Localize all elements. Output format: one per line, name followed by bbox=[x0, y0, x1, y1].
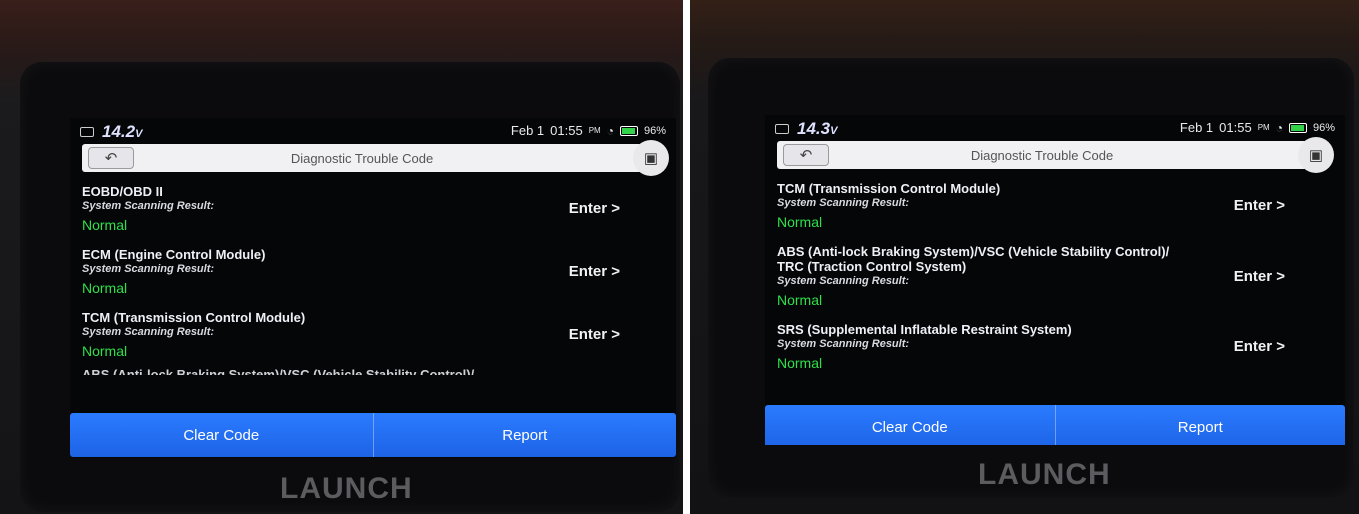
result-label: System Scanning Result: bbox=[82, 200, 215, 212]
status-date: Feb 1 bbox=[1179, 120, 1214, 135]
enter-button[interactable]: Enter > bbox=[569, 263, 620, 280]
enter-button[interactable]: Enter > bbox=[569, 326, 620, 343]
device-screen: 14.2V Feb 1 01:55 PM ◔ 96% ↶ Diagnostic … bbox=[70, 118, 676, 458]
system-name: ABS (Anti-lock Braking System)/VSC (Vehi… bbox=[777, 244, 1170, 259]
list-item[interactable]: TCM (Transmission Control Module) System… bbox=[82, 304, 642, 367]
result-label: System Scanning Result: bbox=[777, 338, 910, 350]
result-status: Normal bbox=[82, 280, 128, 296]
battery-icon bbox=[1288, 122, 1307, 133]
screenshot-button[interactable]: ▣ bbox=[633, 140, 669, 176]
title-bar: ↶ Diagnostic Trouble Code bbox=[82, 144, 642, 172]
voltage-readout: 14.2V bbox=[102, 122, 143, 141]
battery-percent: 96% bbox=[1312, 121, 1335, 134]
status-date: Feb 1 bbox=[510, 123, 545, 138]
system-name: SRS (Supplemental Inflatable Restraint S… bbox=[777, 322, 1072, 337]
battery-percent: 96% bbox=[643, 124, 666, 137]
result-label: System Scanning Result: bbox=[82, 326, 215, 338]
result-label: System Scanning Result: bbox=[82, 263, 215, 275]
status-time: 01:55 bbox=[1219, 120, 1252, 135]
back-arrow-icon: ↶ bbox=[104, 150, 118, 167]
wifi-icon: ◔ bbox=[1275, 120, 1283, 135]
system-list: EOBD/OBD II System Scanning Result: Norm… bbox=[82, 178, 642, 375]
system-name-line2: TRC (Traction Control System) bbox=[777, 259, 967, 274]
camera-icon: ▣ bbox=[643, 150, 659, 167]
status-ampm: PM bbox=[1257, 123, 1270, 132]
result-status: Normal bbox=[777, 292, 823, 308]
status-bar: 14.2V Feb 1 01:55 PM ◔ 96% bbox=[70, 118, 676, 144]
system-name: TCM (Transmission Control Module) bbox=[82, 310, 306, 325]
result-label: System Scanning Result: bbox=[777, 275, 910, 287]
enter-button[interactable]: Enter > bbox=[569, 200, 620, 217]
clear-code-button[interactable]: Clear Code bbox=[765, 405, 1055, 445]
result-status: Normal bbox=[82, 217, 128, 233]
right-photo: LAUNCH 14.3V Feb 1 01:55 PM ◔ 96% ↶ Diag… bbox=[690, 0, 1359, 514]
car-battery-icon bbox=[775, 124, 789, 134]
back-button[interactable]: ↶ bbox=[783, 144, 829, 166]
result-status: Normal bbox=[777, 355, 823, 371]
report-button[interactable]: Report bbox=[372, 413, 677, 457]
enter-button[interactable]: Enter > bbox=[1234, 338, 1285, 355]
battery-icon bbox=[619, 125, 638, 136]
result-label: System Scanning Result: bbox=[777, 197, 910, 209]
system-name: TCM (Transmission Control Module) bbox=[777, 181, 1001, 196]
action-bar: Clear Code Report bbox=[70, 413, 676, 457]
list-item[interactable]: ECM (Engine Control Module) System Scann… bbox=[82, 241, 642, 304]
list-item[interactable]: EOBD/OBD II System Scanning Result: Norm… bbox=[82, 178, 642, 241]
status-bar: 14.3V Feb 1 01:55 PM ◔ 96% bbox=[765, 115, 1345, 141]
back-button[interactable]: ↶ bbox=[88, 147, 134, 169]
status-ampm: PM bbox=[588, 126, 601, 135]
page-title: Diagnostic Trouble Code bbox=[970, 147, 1114, 163]
clear-code-button[interactable]: Clear Code bbox=[70, 413, 373, 457]
enter-button[interactable]: Enter > bbox=[1234, 197, 1285, 214]
back-arrow-icon: ↶ bbox=[799, 147, 813, 164]
camera-icon: ▣ bbox=[1308, 147, 1324, 164]
voltage-readout: 14.3V bbox=[797, 119, 838, 138]
report-button[interactable]: Report bbox=[1054, 405, 1346, 445]
page-title: Diagnostic Trouble Code bbox=[290, 150, 434, 166]
brand-logo: LAUNCH bbox=[978, 458, 1111, 491]
result-status: Normal bbox=[777, 214, 823, 230]
screenshot-button[interactable]: ▣ bbox=[1298, 137, 1334, 173]
title-bar: ↶ Diagnostic Trouble Code bbox=[777, 141, 1307, 169]
list-item-partial[interactable]: ABS (Anti-lock Braking System)/VSC (Vehi… bbox=[82, 367, 642, 375]
brand-logo: LAUNCH bbox=[280, 472, 413, 505]
action-bar: Clear Code Report bbox=[765, 405, 1345, 445]
wifi-icon: ◔ bbox=[606, 123, 614, 138]
status-time: 01:55 bbox=[550, 123, 583, 138]
result-status: Normal bbox=[82, 343, 128, 359]
system-list: TCM (Transmission Control Module) System… bbox=[777, 175, 1307, 379]
system-name: ECM (Engine Control Module) bbox=[82, 247, 266, 262]
photo-divider bbox=[683, 0, 690, 514]
system-name: EOBD/OBD II bbox=[82, 184, 163, 199]
enter-button[interactable]: Enter > bbox=[1234, 268, 1285, 285]
list-item[interactable]: ABS (Anti-lock Braking System)/VSC (Vehi… bbox=[777, 238, 1307, 316]
device-screen: 14.3V Feb 1 01:55 PM ◔ 96% ↶ Diagnostic … bbox=[765, 115, 1345, 445]
car-battery-icon bbox=[80, 127, 94, 137]
list-item[interactable]: TCM (Transmission Control Module) System… bbox=[777, 175, 1307, 238]
list-item[interactable]: SRS (Supplemental Inflatable Restraint S… bbox=[777, 316, 1307, 379]
left-photo: LAUNCH 14.2V Feb 1 01:55 PM ◔ 96% ↶ Diag… bbox=[0, 0, 683, 514]
